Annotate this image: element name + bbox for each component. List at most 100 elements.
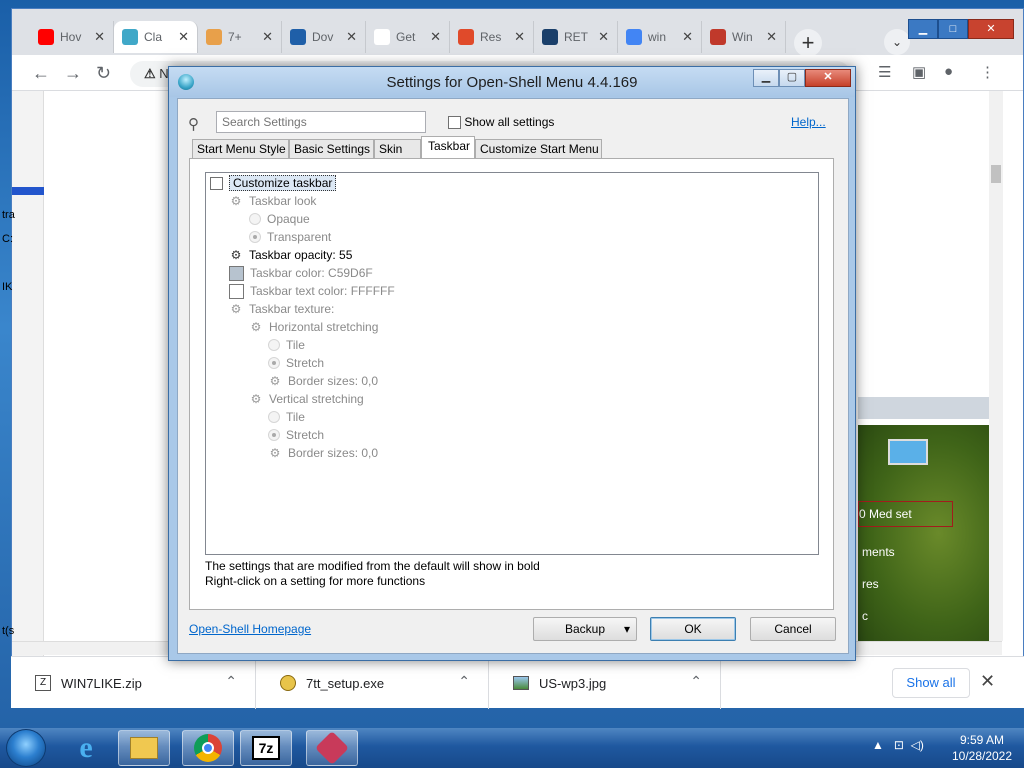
chevron-up-icon[interactable]: ⌃ <box>690 673 702 690</box>
warning-icon: ⚠ <box>144 66 156 81</box>
setting-taskbar-opacity[interactable]: ⚙ Taskbar opacity: 55 <box>229 246 353 264</box>
browser-tab[interactable]: RET ✕ <box>534 21 618 53</box>
tab-close-icon[interactable]: ✕ <box>766 29 777 45</box>
tab-close-icon[interactable]: ✕ <box>514 29 525 45</box>
radio-button[interactable] <box>249 213 261 225</box>
browser-tab[interactable]: Cla ✕ <box>114 21 198 53</box>
dialog-minimize-button[interactable]: ▁ <box>753 69 779 87</box>
panel-item[interactable]: res <box>862 577 879 591</box>
show-all-downloads-button[interactable]: Show all <box>892 668 970 698</box>
tab-close-icon[interactable]: ✕ <box>682 29 693 45</box>
panel-item[interactable]: c <box>862 609 868 623</box>
setting-v-stretch[interactable]: Stretch <box>268 426 324 444</box>
tab-close-icon[interactable]: ✕ <box>262 29 273 45</box>
tab-close-icon[interactable]: ✕ <box>94 29 105 45</box>
browser-tab[interactable]: Res ✕ <box>450 21 534 53</box>
checkbox-box[interactable] <box>210 176 223 190</box>
panel-item[interactable]: ments <box>862 545 895 559</box>
dialog-close-button[interactable]: ✕ <box>805 69 851 87</box>
download-item[interactable]: US-wp3.jpg ⌃ <box>489 657 721 709</box>
browser-tab[interactable]: Dov ✕ <box>282 21 366 53</box>
setting-label: Opaque <box>267 212 310 226</box>
download-filename: WIN7LIKE.zip <box>61 675 142 691</box>
browser-tab[interactable]: Win ✕ <box>702 21 786 53</box>
network-icon[interactable]: ⊡ <box>894 738 904 752</box>
dialog-titlebar[interactable]: Settings for Open-Shell Menu 4.4.169 ▁ ▢… <box>169 67 855 97</box>
scroll-thumb[interactable] <box>991 165 1001 183</box>
radio-button[interactable] <box>268 339 280 351</box>
checkbox-box[interactable] <box>448 116 461 130</box>
panel-item[interactable]: 0 Med set <box>858 501 953 527</box>
tab-close-icon[interactable]: ✕ <box>598 29 609 45</box>
setting-h-stretch[interactable]: Stretch <box>268 354 324 372</box>
gear-icon: ⚙ <box>230 194 242 208</box>
chevron-up-icon[interactable]: ⌃ <box>225 673 237 690</box>
close-icon[interactable]: ✕ <box>980 671 995 692</box>
maximize-button[interactable]: □ <box>938 19 968 39</box>
ok-button[interactable]: OK <box>650 617 736 641</box>
search-settings-input[interactable] <box>216 111 426 133</box>
tab-start-menu-style[interactable]: Start Menu Style <box>192 139 289 159</box>
setting-customize-taskbar[interactable]: Customize taskbar <box>210 174 337 192</box>
radio-button[interactable] <box>268 357 280 369</box>
close-window-button[interactable]: ✕ <box>968 19 1014 39</box>
file-explorer-icon[interactable] <box>118 730 170 766</box>
forward-icon[interactable]: → <box>64 63 82 84</box>
7zip-icon[interactable]: 7z <box>240 730 292 766</box>
setting-transparent[interactable]: Transparent <box>249 228 331 246</box>
setting-taskbar-texture[interactable]: ⚙ Taskbar texture: <box>229 300 335 318</box>
tab-close-icon[interactable]: ✕ <box>178 29 189 45</box>
back-icon[interactable]: ← <box>32 63 50 84</box>
open-shell-icon[interactable] <box>306 730 358 766</box>
color-swatch[interactable] <box>229 265 244 281</box>
minimize-button[interactable]: ▁ <box>908 19 938 39</box>
setting-h-border-sizes[interactable]: ⚙ Border sizes: 0,0 <box>268 372 378 390</box>
setting-taskbar-text-color[interactable]: Taskbar text color: FFFFFF <box>229 282 395 300</box>
download-item[interactable]: 7tt_setup.exe ⌃ <box>256 657 489 709</box>
open-shell-homepage-link[interactable]: Open-Shell Homepage <box>189 622 311 636</box>
help-link[interactable]: Help... <box>791 115 826 129</box>
show-all-settings-checkbox[interactable]: Show all settings <box>448 115 554 130</box>
volume-icon[interactable]: ◁) <box>911 738 924 752</box>
backup-button[interactable]: Backup ▾ <box>533 617 637 641</box>
browser-tab[interactable]: Hov ✕ <box>30 21 114 53</box>
browser-tab[interactable]: win ✕ <box>618 21 702 53</box>
setting-taskbar-color[interactable]: Taskbar color: C59D6F <box>229 264 373 282</box>
chrome-icon[interactable] <box>182 730 234 766</box>
chevron-up-icon[interactable]: ⌃ <box>458 673 470 690</box>
setting-taskbar-look[interactable]: ⚙ Taskbar look <box>229 192 317 210</box>
browser-tab[interactable]: Get ✕ <box>366 21 450 53</box>
setting-vertical-stretching[interactable]: ⚙ Vertical stretching <box>249 390 364 408</box>
dialog-maximize-button[interactable]: ▢ <box>779 69 805 87</box>
cancel-button[interactable]: Cancel <box>750 617 836 641</box>
setting-v-tile[interactable]: Tile <box>268 408 305 426</box>
reload-icon[interactable]: ↻ <box>96 63 111 84</box>
internet-explorer-icon[interactable]: e <box>60 730 112 766</box>
tab-search-button[interactable]: ⌄ <box>884 29 910 55</box>
color-swatch[interactable] <box>229 283 244 299</box>
radio-button[interactable] <box>268 411 280 423</box>
new-tab-button[interactable]: + <box>794 29 822 57</box>
clock[interactable]: 9:59 AM 10/28/2022 <box>948 732 1016 764</box>
browser-tab[interactable]: 7+ ✕ <box>198 21 282 53</box>
start-button[interactable] <box>6 729 46 767</box>
side-panel-icon[interactable]: ▣ <box>912 63 926 81</box>
setting-h-tile[interactable]: Tile <box>268 336 305 354</box>
tab-close-icon[interactable]: ✕ <box>346 29 357 45</box>
download-item[interactable]: Z WIN7LIKE.zip ⌃ <box>11 657 256 709</box>
tab-basic-settings[interactable]: Basic Settings <box>289 139 374 159</box>
show-hidden-icons-icon[interactable]: ▲ <box>872 738 884 752</box>
profile-icon[interactable]: ● <box>944 63 953 80</box>
radio-button[interactable] <box>249 231 261 243</box>
setting-horizontal-stretching[interactable]: ⚙ Horizontal stretching <box>249 318 379 336</box>
setting-opaque[interactable]: Opaque <box>249 210 310 228</box>
reading-list-icon[interactable]: ☰ <box>878 63 891 81</box>
tab-close-icon[interactable]: ✕ <box>430 29 441 45</box>
tab-taskbar[interactable]: Taskbar <box>421 136 475 160</box>
tab-customize-start-menu[interactable]: Customize Start Menu <box>475 139 602 159</box>
setting-v-border-sizes[interactable]: ⚙ Border sizes: 0,0 <box>268 444 378 462</box>
radio-button[interactable] <box>268 429 280 441</box>
vertical-scrollbar[interactable] <box>989 91 1003 641</box>
tab-skin[interactable]: Skin <box>374 139 421 159</box>
menu-icon[interactable]: ⋮ <box>980 63 995 81</box>
